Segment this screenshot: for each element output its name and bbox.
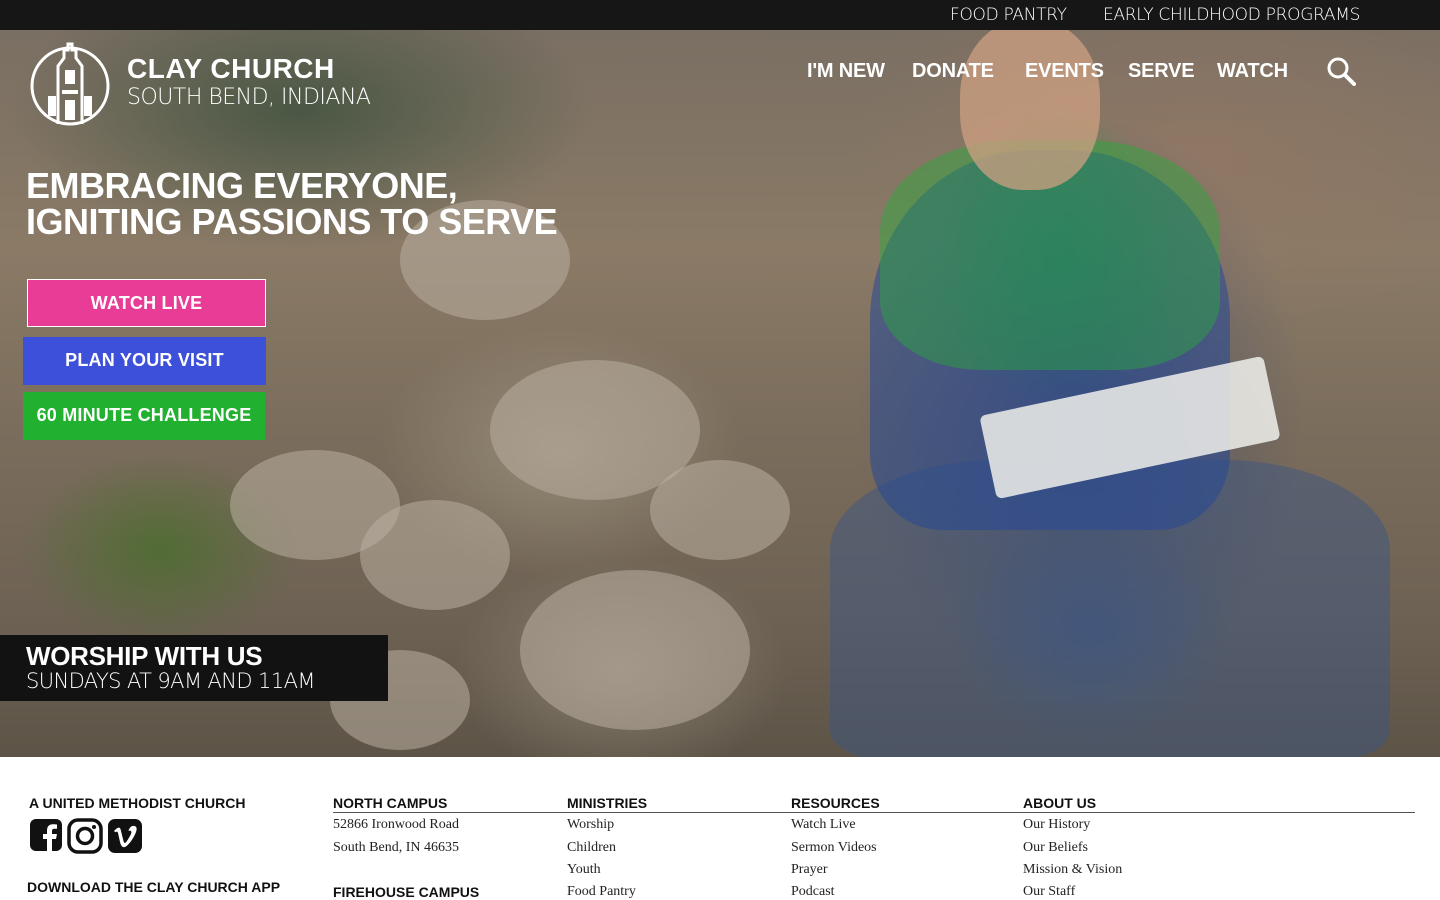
hero-tagline-line1: EMBRACING EVERYONE, (26, 165, 458, 206)
topbar-link-food-pantry[interactable]: FOOD PANTRY (950, 5, 1067, 25)
hero-tagline-line2: IGNITING PASSIONS TO SERVE (26, 201, 558, 242)
hero-background-shape (520, 570, 750, 730)
north-campus-address-line1: 52866 Ironwood Road (333, 817, 459, 832)
vimeo-icon[interactable] (107, 818, 143, 854)
about-heading: ABOUT US (1023, 795, 1097, 811)
search-icon[interactable] (1326, 56, 1356, 86)
church-logo[interactable] (28, 40, 112, 128)
topbar-link-early-childhood[interactable]: EARLY CHILDHOOD PROGRAMS (1103, 5, 1360, 25)
resources-heading: RESOURCES (791, 795, 880, 811)
brand-location: SOUTH BEND, INDIANA (127, 85, 371, 110)
plan-your-visit-button[interactable]: PLAN YOUR VISIT (23, 337, 266, 385)
north-campus-heading: NORTH CAMPUS (333, 795, 448, 811)
sixty-minute-challenge-button[interactable]: 60 MINUTE CHALLENGE (23, 392, 265, 440)
nav-events[interactable]: EVENTS (1025, 60, 1104, 83)
worship-times: SUNDAYS AT 9AM AND 11AM (26, 669, 315, 693)
firehouse-campus-heading: FIREHOUSE CAMPUS (333, 884, 480, 900)
church-logo-icon (30, 42, 110, 126)
instagram-icon[interactable] (67, 818, 103, 854)
worship-times-banner: WORSHIP WITH US SUNDAYS AT 9AM AND 11AM (0, 635, 388, 701)
nav-donate[interactable]: DONATE (912, 60, 994, 83)
footer-link-prayer[interactable]: Prayer (791, 862, 828, 878)
hero-background-shape (650, 460, 790, 560)
footer-link-children[interactable]: Children (567, 840, 616, 856)
site-footer: A UNITED METHODIST CHURCH DOWNLOAD THE C… (0, 757, 1440, 900)
footer-link-worship[interactable]: Worship (567, 817, 614, 833)
ministries-heading: MINISTRIES (567, 795, 648, 811)
nav-im-new[interactable]: I'M NEW (807, 60, 885, 83)
footer-link-mission-vision[interactable]: Mission & Vision (1023, 862, 1122, 878)
footer-link-podcast[interactable]: Podcast (791, 884, 835, 900)
brand-name[interactable]: CLAY CHURCH (127, 53, 335, 85)
footer-link-our-staff[interactable]: Our Staff (1023, 884, 1075, 900)
watch-live-button[interactable]: WATCH LIVE (27, 279, 266, 327)
hero-person-head (960, 30, 1100, 190)
footer-link-food-pantry[interactable]: Food Pantry (567, 884, 636, 900)
nav-watch[interactable]: WATCH (1217, 60, 1288, 83)
worship-title: WORSHIP WITH US (26, 641, 263, 671)
hero-tagline: EMBRACING EVERYONE, IGNITING PASSIONS TO… (26, 165, 558, 242)
footer-link-our-history[interactable]: Our History (1023, 817, 1090, 833)
footer-affiliation: A UNITED METHODIST CHURCH (29, 795, 246, 811)
footer-divider (333, 812, 1415, 813)
hero-background-shape (360, 500, 510, 610)
footer-link-sermon-videos[interactable]: Sermon Videos (791, 840, 877, 856)
facebook-icon[interactable] (29, 818, 65, 854)
north-campus-address-line2: South Bend, IN 46635 (333, 840, 459, 855)
footer-link-watch-live[interactable]: Watch Live (791, 817, 856, 833)
app-download-heading[interactable]: DOWNLOAD THE CLAY CHURCH APP (27, 879, 280, 895)
nav-serve[interactable]: SERVE (1128, 60, 1195, 83)
footer-link-youth[interactable]: Youth (567, 862, 601, 878)
footer-link-our-beliefs[interactable]: Our Beliefs (1023, 840, 1088, 856)
utility-bar: FOOD PANTRY EARLY CHILDHOOD PROGRAMS (0, 0, 1440, 30)
